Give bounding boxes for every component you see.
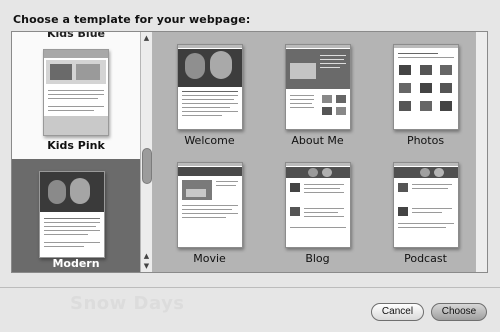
template-label-photos: Photos (406, 134, 445, 147)
scroll-down-arrow-icon[interactable]: ▼ (141, 261, 152, 271)
theme-label-kids-blue[interactable]: Kids Blue (12, 32, 140, 40)
background-watermark: Snow Days (70, 293, 185, 314)
theme-list-scrollbar[interactable]: ▲ ▲ ▼ (140, 32, 153, 272)
dialog-prompt: Choose a template for your webpage: (13, 13, 251, 26)
theme-list[interactable]: Kids Blue Kids Pink Modern (12, 32, 140, 272)
template-label-about-me: About Me (291, 134, 344, 147)
template-label-welcome: Welcome (184, 134, 235, 147)
welcome-thumbnail (176, 44, 243, 130)
theme-item-modern[interactable]: Modern (12, 159, 140, 272)
blog-thumbnail (284, 162, 351, 248)
template-about-me[interactable]: About Me (270, 44, 365, 147)
divider (0, 287, 500, 288)
theme-label-kids-pink: Kids Pink (47, 139, 105, 152)
template-label-movie: Movie (193, 252, 226, 265)
template-blog[interactable]: Blog (270, 162, 365, 265)
about-me-thumbnail (284, 44, 351, 130)
template-label-podcast: Podcast (404, 252, 447, 265)
template-welcome[interactable]: Welcome (162, 44, 257, 147)
movie-thumbnail (176, 162, 243, 248)
template-podcast[interactable]: Podcast (378, 162, 473, 265)
kids-pink-thumbnail (43, 49, 109, 136)
scroll-up-arrow-icon[interactable]: ▲ (141, 33, 152, 43)
photos-thumbnail (392, 44, 459, 130)
theme-label-modern: Modern (52, 257, 100, 270)
template-grid-scrollbar[interactable] (475, 32, 487, 272)
scroll-up-arrow-icon[interactable]: ▲ (141, 251, 152, 261)
template-grid: Welcome About Me Photos Movie Blog Podca… (153, 32, 475, 272)
modern-thumbnail (39, 171, 105, 258)
choose-button[interactable]: Choose (431, 303, 487, 321)
template-chooser: Kids Blue Kids Pink Modern ▲ ▲ ▼ Welcome… (11, 31, 488, 273)
template-photos[interactable]: Photos (378, 44, 473, 147)
template-label-blog: Blog (305, 252, 330, 265)
theme-item-kids-pink[interactable]: Kids Pink (12, 43, 140, 161)
scroll-thumb[interactable] (142, 148, 152, 184)
cancel-button[interactable]: Cancel (371, 303, 424, 321)
podcast-thumbnail (392, 162, 459, 248)
template-movie[interactable]: Movie (162, 162, 257, 265)
